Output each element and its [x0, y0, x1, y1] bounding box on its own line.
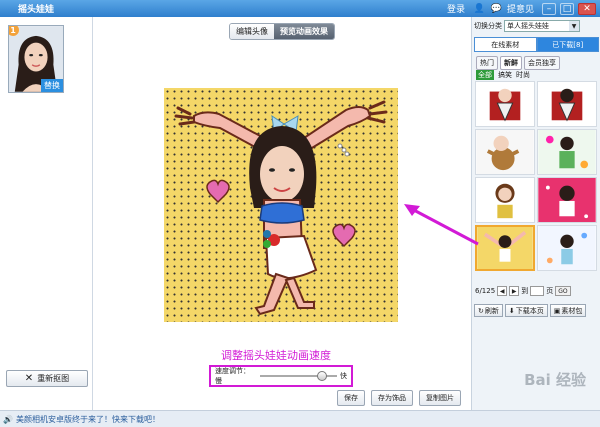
material-thumb[interactable] [475, 81, 535, 127]
material-tabs: 在线素材 已下载[8] [474, 37, 599, 52]
material-pack-button[interactable]: ▣ 素材包 [549, 304, 587, 317]
refresh-label: 刷新 [484, 306, 499, 315]
tab-downloaded[interactable]: 已下载[8] [536, 37, 599, 52]
tab-preview-animation[interactable]: 预览动画效果 [274, 24, 334, 39]
subtab-new[interactable]: 新鲜 [500, 56, 522, 70]
material-thumb[interactable] [537, 129, 597, 175]
title-bar: 摇头娃娃 登录 👤 💬 提意见 – □ ✕ [0, 0, 600, 17]
minimize-button[interactable]: – [542, 2, 556, 15]
copy-image-button[interactable]: 复制图片 [419, 390, 461, 406]
page-unit-label: 页 [546, 287, 554, 295]
tab-online-material[interactable]: 在线素材 [474, 37, 537, 52]
download-icon: ⬇ [508, 306, 515, 315]
maximize-button[interactable]: □ [560, 2, 574, 15]
feedback-icon[interactable]: 💬 [490, 2, 503, 15]
user-icon[interactable]: 👤 [473, 2, 486, 15]
material-pack-label: 素材包 [561, 306, 583, 315]
refresh-icon: ↻ [478, 306, 484, 315]
category-select[interactable]: 单人摇头娃娃 ▼ [504, 20, 580, 32]
save-as-material-button[interactable]: 存为饰品 [371, 390, 413, 406]
swap-button[interactable]: 替换 [41, 79, 63, 92]
save-button[interactable]: 保存 [337, 390, 365, 406]
mode-tabs: 编辑头像 预览动画效果 [229, 23, 335, 40]
page-input[interactable] [530, 286, 545, 296]
app-title: 摇头娃娃 [18, 5, 55, 15]
feedback-link[interactable]: 提意见 [507, 2, 534, 15]
status-bar: 🔊 美颜相机安卓版终于来了！快来下载吧！ [0, 410, 600, 427]
bobblehead-figure [174, 100, 388, 316]
filter-all[interactable]: 全部 [476, 70, 494, 80]
left-panel: 1 替换 ✕ 重新抠图 [0, 17, 93, 410]
material-grid [475, 81, 598, 271]
download-page-button[interactable]: ⬇ 下载本页 [504, 304, 548, 317]
material-thumb[interactable] [537, 225, 597, 271]
speed-fast-label: 快 [340, 372, 347, 380]
style-filters: 全部 搞笑 时尚 [476, 70, 530, 80]
login-link[interactable]: 登录 [447, 2, 465, 15]
right-panel: 切换分类 单人摇头娃娃 ▼ 在线素材 已下载[8] 热门 新鲜 会员独享 全部 … [471, 17, 600, 410]
speed-control: 速度调节：慢 快 [209, 365, 353, 387]
package-icon: ▣ [553, 306, 561, 315]
go-button[interactable]: GO [555, 286, 571, 296]
chevron-down-icon: ▼ [569, 21, 579, 31]
page-indicator: 6/125 [475, 287, 496, 295]
pagination: 6/125 ◀ ▶ 到 页 GO [475, 286, 571, 296]
download-page-label: 下载本页 [515, 306, 544, 315]
slider-thumb[interactable] [316, 371, 327, 381]
material-thumb[interactable] [475, 129, 535, 175]
speaker-icon: 🔊 [3, 414, 13, 424]
filter-fashion[interactable]: 时尚 [516, 70, 530, 80]
speed-annotation: 调整摇头娃娃动画速度 [221, 349, 331, 362]
tab-edit-avatar[interactable]: 编辑头像 [230, 24, 274, 39]
subtab-hot[interactable]: 热门 [476, 56, 498, 70]
subtab-vip[interactable]: 会员独享 [524, 56, 560, 70]
close-button[interactable]: ✕ [578, 2, 596, 15]
goto-label: 到 [521, 287, 529, 295]
animation-preview-canvas [164, 88, 398, 322]
status-message[interactable]: 美颜相机安卓版终于来了！快来下载吧！ [16, 414, 160, 425]
material-thumb-selected[interactable] [475, 225, 535, 271]
filter-funny[interactable]: 搞笑 [498, 70, 512, 80]
recrop-label: 重新抠图 [37, 374, 70, 383]
action-buttons: 保存 存为饰品 复制图片 [337, 390, 461, 406]
main-area: 编辑头像 预览动画效果 调整摇头娃娃动画速度 速度调节：慢 快 保存 存为饰品 … [94, 17, 471, 410]
material-actions: ↻ 刷新 ⬇ 下载本页 ▣ 素材包 [474, 304, 587, 317]
speed-slider[interactable] [259, 371, 337, 381]
titlebar-actions: 登录 👤 💬 提意见 – □ ✕ [447, 0, 600, 17]
prev-page-icon[interactable]: ◀ [497, 286, 508, 296]
category-row: 切换分类 单人摇头娃娃 ▼ [474, 20, 580, 32]
category-label: 切换分类 [474, 22, 502, 30]
close-x-icon: ✕ [24, 373, 34, 384]
sort-subtabs: 热门 新鲜 会员独享 [476, 56, 560, 70]
speed-slow-label: 速度调节：慢 [215, 367, 250, 385]
next-page-icon[interactable]: ▶ [509, 286, 520, 296]
category-value: 单人摇头娃娃 [507, 22, 549, 30]
material-thumb[interactable] [537, 81, 597, 127]
watermark: Bai 经验 [524, 371, 586, 389]
recrop-button[interactable]: ✕ 重新抠图 [6, 370, 88, 387]
avatar-thumbnail[interactable]: 1 替换 [8, 25, 64, 93]
material-thumb[interactable] [537, 177, 597, 223]
material-thumb[interactable] [475, 177, 535, 223]
refresh-button[interactable]: ↻ 刷新 [474, 304, 503, 317]
